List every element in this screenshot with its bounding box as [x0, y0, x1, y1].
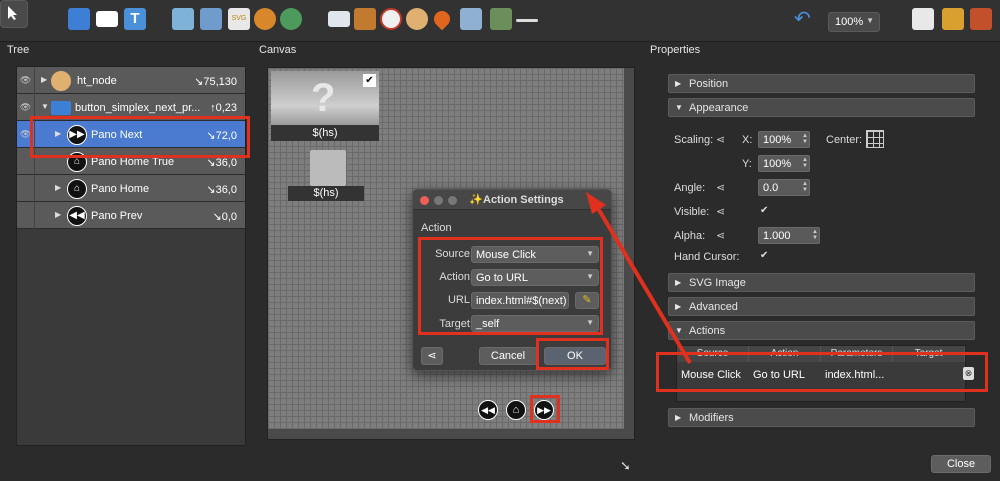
- close-button[interactable]: Close: [931, 455, 991, 473]
- annotation-arrow: [586, 192, 692, 365]
- mouse-cursor-icon: ➘: [620, 458, 631, 473]
